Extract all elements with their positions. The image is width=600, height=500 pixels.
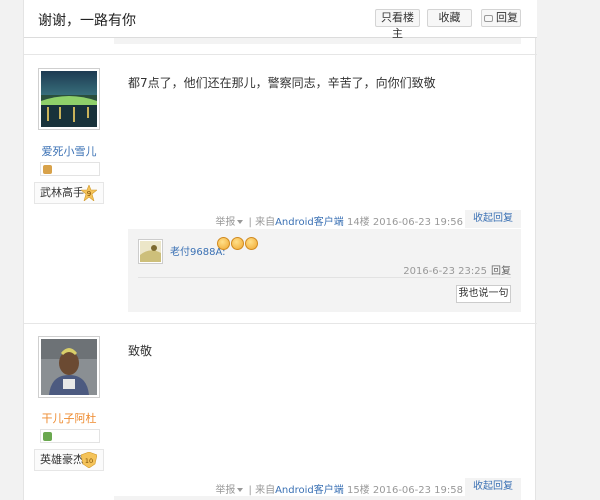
sub-reply-datetime: 2016-6-23 23:25 bbox=[403, 266, 487, 277]
sub-reply-panel bbox=[114, 496, 521, 500]
sub-reply-meta: 2016-6-23 23:25 回复 bbox=[403, 262, 511, 277]
source-prefix: | 来自 bbox=[248, 485, 276, 496]
username[interactable]: 爱死小雪儿 bbox=[24, 143, 114, 159]
post-floor-14: 爱死小雪儿 武林高手 9 都7点了，他们还在那儿，警察同志，辛苦了，向你们致敬 … bbox=[24, 55, 537, 323]
rank-star-icon: 9 bbox=[81, 185, 97, 201]
source-app-link[interactable]: Android客户端 bbox=[275, 217, 344, 228]
avatar[interactable] bbox=[38, 68, 100, 130]
user-rank: 英雄豪杰 10 bbox=[34, 449, 104, 471]
report-link[interactable]: 举报 bbox=[215, 485, 235, 496]
rank-label: 英雄豪杰 bbox=[40, 453, 84, 466]
rank-level: 9 bbox=[87, 190, 91, 198]
user-rank: 武林高手 9 bbox=[34, 182, 104, 204]
avatar-image bbox=[41, 71, 97, 127]
only-op-button[interactable]: 只看楼主 bbox=[375, 9, 420, 40]
medal-icon bbox=[43, 165, 52, 174]
rank-level: 10 bbox=[85, 457, 93, 465]
chevron-down-icon bbox=[237, 488, 244, 492]
avatar-image bbox=[41, 339, 97, 395]
say-something-button[interactable]: 我也说一句 bbox=[456, 285, 511, 303]
sub-reply-avatar[interactable] bbox=[138, 239, 163, 264]
avatar[interactable] bbox=[38, 336, 100, 398]
post-content: 致敬 bbox=[128, 344, 153, 358]
thread-page: 谢谢，一路有你 只看楼主 收藏 回复 爱死小雪儿 武林高手 9 都7点了，他们还… bbox=[23, 0, 537, 500]
reply-button[interactable]: 回复 bbox=[481, 9, 521, 27]
post-datetime: 2016-06-23 19:56 bbox=[372, 217, 463, 228]
collect-button[interactable]: 收藏 bbox=[427, 9, 472, 27]
rank-label: 武林高手 bbox=[40, 186, 84, 199]
post-meta: 举报 | 来自Android客户端 15楼 2016-06-23 19:58 收… bbox=[128, 478, 521, 496]
divider bbox=[138, 277, 511, 278]
post-content: 都7点了，他们还在那儿，警察同志，辛苦了，向你们致敬 bbox=[128, 76, 436, 90]
source-app-link[interactable]: Android客户端 bbox=[275, 485, 344, 496]
thread-header: 谢谢，一路有你 只看楼主 收藏 回复 bbox=[24, 0, 537, 40]
post-meta-text: 举报 | 来自Android客户端 15楼 2016-06-23 19:58 bbox=[215, 481, 463, 496]
sub-reply-panel: 老付9688A: 2016-6-23 23:25 回复 我也说一句 bbox=[128, 229, 521, 312]
post-meta-text: 举报 | 来自Android客户端 14楼 2016-06-23 19:56 bbox=[215, 213, 463, 228]
rank-shield-icon: 10 bbox=[81, 452, 97, 468]
post-floor-15: 干儿子阿杜 英雄豪杰 10 致敬 举报 | 来自Android客户端 15楼 2… bbox=[24, 324, 537, 500]
medal-box bbox=[40, 162, 100, 176]
username[interactable]: 干儿子阿杜 bbox=[24, 410, 114, 426]
medal-icon bbox=[43, 432, 52, 441]
post-datetime: 2016-06-23 19:58 bbox=[372, 485, 463, 496]
post-meta: 举报 | 来自Android客户端 14楼 2016-06-23 19:56 收… bbox=[128, 210, 521, 228]
sub-reply-reply-link[interactable]: 回复 bbox=[491, 266, 511, 277]
emoji-icon bbox=[217, 237, 230, 250]
chevron-down-icon bbox=[237, 220, 244, 224]
floor-number: 14楼 bbox=[346, 217, 370, 228]
emoji-icon bbox=[231, 237, 244, 250]
fold-reply-button[interactable]: 收起回复 bbox=[465, 478, 521, 496]
medal-box bbox=[40, 429, 100, 443]
source-prefix: | 来自 bbox=[248, 217, 276, 228]
fold-reply-button[interactable]: 收起回复 bbox=[465, 210, 521, 228]
reply-button-label: 回复 bbox=[496, 11, 518, 24]
report-link[interactable]: 举报 bbox=[215, 217, 235, 228]
floor-number: 15楼 bbox=[346, 485, 370, 496]
previous-reply-panel bbox=[114, 38, 521, 44]
sub-reply-avatar-image bbox=[140, 241, 161, 262]
thread-title: 谢谢，一路有你 bbox=[38, 13, 136, 29]
emoji-icon bbox=[245, 237, 258, 250]
comment-icon bbox=[484, 15, 493, 22]
